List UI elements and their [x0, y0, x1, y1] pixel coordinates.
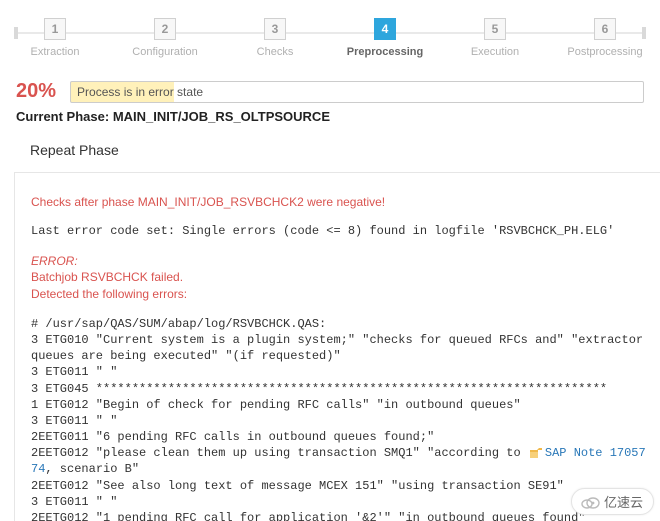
log-output: # /usr/sap/QAS/SUM/abap/log/RSVBCHCK.QAS… [31, 316, 646, 521]
step-number: 5 [484, 18, 506, 40]
step-number: 6 [594, 18, 616, 40]
step-extraction[interactable]: 1 Extraction [0, 18, 110, 58]
step-number: 4 [374, 18, 396, 40]
step-number: 1 [44, 18, 66, 40]
log-line: 3 ETG011 " " [31, 494, 646, 510]
log-line: 3 ETG011 " " [31, 364, 646, 380]
watermark-text: 亿速云 [604, 492, 643, 511]
step-label: Extraction [0, 46, 110, 58]
step-execution[interactable]: 5 Execution [440, 18, 550, 58]
log-line: 2EETG012 "1 pending RFC call for applica… [31, 510, 646, 521]
phase-prefix: Current Phase: [16, 109, 113, 124]
log-line: 3 ETG011 " " [31, 413, 646, 429]
status-message: Process is in error state [70, 81, 644, 103]
log-line: 3 ETG045 *******************************… [31, 381, 646, 397]
log-text-post: , scenario B" [45, 462, 139, 476]
error-label: ERROR: [31, 253, 646, 269]
step-number: 2 [154, 18, 176, 40]
repeat-phase-link[interactable]: Repeat Phase [0, 130, 660, 172]
error-heading: Checks after phase MAIN_INIT/JOB_RSVBCHC… [31, 195, 646, 209]
log-line-with-link: 2EETG012 "please clean them up using tra… [31, 445, 646, 477]
batchjob-failed: Batchjob RSVBCHCK failed. [31, 269, 646, 285]
log-line: # /usr/sap/QAS/SUM/abap/log/RSVBCHCK.QAS… [31, 316, 646, 332]
last-error-code: Last error code set: Single errors (code… [31, 223, 646, 239]
log-text-pre: 2EETG012 "please clean them up using tra… [31, 446, 528, 460]
step-label: Preprocessing [330, 46, 440, 58]
step-postprocessing[interactable]: 6 Postprocessing [550, 18, 660, 58]
note-icon [530, 447, 542, 457]
log-line: 1 ETG012 "Begin of check for pending RFC… [31, 397, 646, 413]
wizard-steps: 1 Extraction 2 Configuration 3 Checks 4 … [0, 0, 660, 66]
step-preprocessing[interactable]: 4 Preprocessing [330, 18, 440, 58]
error-panel: Checks after phase MAIN_INIT/JOB_RSVBCHC… [14, 172, 660, 521]
cloud-icon [580, 495, 600, 509]
step-label: Execution [440, 46, 550, 58]
log-line: 3 ETG010 "Current system is a plugin sys… [31, 332, 646, 364]
step-label: Configuration [110, 46, 220, 58]
watermark: 亿速云 [571, 488, 654, 515]
step-checks[interactable]: 3 Checks [220, 18, 330, 58]
log-line: 2EETG011 "6 pending RFC calls in outboun… [31, 429, 646, 445]
step-label: Postprocessing [550, 46, 660, 58]
phase-value: MAIN_INIT/JOB_RS_OLTPSOURCE [113, 109, 330, 124]
step-configuration[interactable]: 2 Configuration [110, 18, 220, 58]
step-number: 3 [264, 18, 286, 40]
log-line: 2EETG012 "See also long text of message … [31, 478, 646, 494]
status-row: 20% Process is in error state [0, 66, 660, 107]
step-label: Checks [220, 46, 330, 58]
current-phase: Current Phase: MAIN_INIT/JOB_RS_OLTPSOUR… [0, 107, 660, 130]
detected-errors: Detected the following errors: [31, 286, 646, 302]
progress-percent: 20% [16, 80, 56, 103]
error-block: ERROR: Batchjob RSVBCHCK failed. Detecte… [31, 253, 646, 302]
